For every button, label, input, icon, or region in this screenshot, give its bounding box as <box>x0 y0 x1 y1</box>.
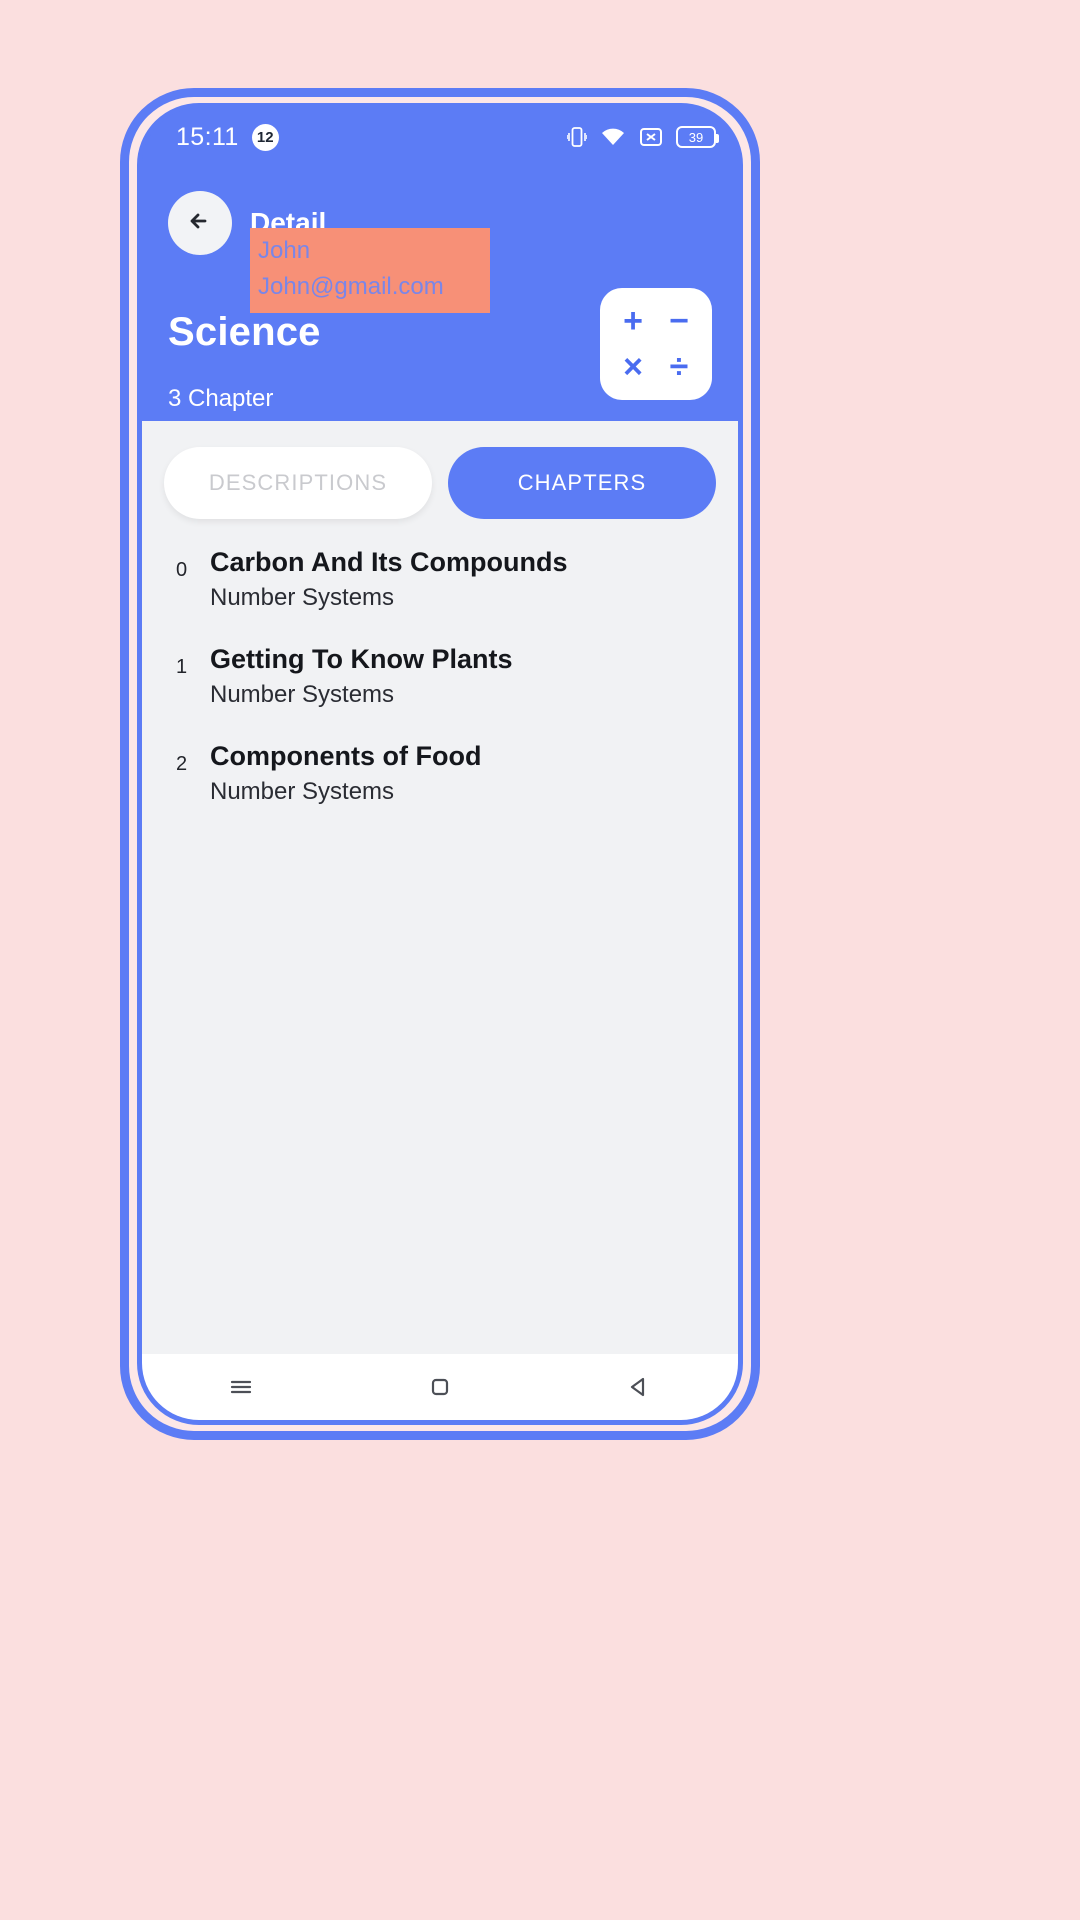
subject-title: Science <box>168 310 321 354</box>
android-nav-bar <box>142 1354 738 1420</box>
plus-icon: + <box>623 301 643 340</box>
status-bar: 15:11 12 39 <box>142 108 738 166</box>
chapter-text-group: Carbon And Its Compounds Number Systems <box>210 547 567 612</box>
chapter-text-group: Getting To Know Plants Number Systems <box>210 644 512 709</box>
tab-descriptions[interactable]: DESCRIPTIONS <box>164 447 432 519</box>
square-home-icon[interactable] <box>425 1372 455 1402</box>
screenshot-root: 15:11 12 39 Detail John John@gmail.com S… <box>0 0 1080 1920</box>
chapter-list: 0 Carbon And Its Compounds Number System… <box>142 525 738 838</box>
subject-chapter-count: 3 Chapter <box>168 385 274 412</box>
status-bar-left: 15:11 12 <box>176 123 279 152</box>
tab-chapters[interactable]: CHAPTERS <box>448 447 716 519</box>
status-bar-right: 39 <box>567 125 719 149</box>
arrow-left-icon <box>183 204 217 243</box>
overlay-user-email: John@gmail.com <box>258 273 444 300</box>
chapter-subtitle: Number Systems <box>210 778 395 805</box>
chapter-title: Components of Food <box>210 741 482 771</box>
list-item[interactable]: 1 Getting To Know Plants Number Systems <box>176 644 716 709</box>
menu-icon[interactable] <box>226 1372 256 1402</box>
tab-bar: DESCRIPTIONS CHAPTERS <box>142 421 738 525</box>
chapter-index: 2 <box>176 753 188 775</box>
content-sheet: DESCRIPTIONS CHAPTERS 0 Carbon And Its C… <box>142 421 738 1354</box>
multiply-icon: × <box>623 347 643 386</box>
status-time: 15:11 <box>176 122 239 151</box>
chapter-subtitle: Number Systems <box>210 681 395 708</box>
list-item[interactable]: 2 Components of Food Number Systems <box>176 741 716 806</box>
no-sim-icon <box>639 126 663 148</box>
battery-level-text: 39 <box>688 129 704 145</box>
page-header: Detail John John@gmail.com Science 3 Cha… <box>142 166 738 421</box>
divide-icon: ÷ <box>669 347 689 386</box>
user-info-overlay: John John@gmail.com <box>250 228 490 313</box>
chapter-index: 1 <box>176 656 188 678</box>
chapter-text-group: Components of Food Number Systems <box>210 741 481 806</box>
back-button[interactable] <box>168 191 232 255</box>
chapter-title: Getting To Know Plants <box>210 644 513 674</box>
subject-icon-card: + − × ÷ <box>600 288 712 400</box>
chapter-index: 0 <box>176 559 188 581</box>
tab-chapters-label: CHAPTERS <box>517 470 647 495</box>
tab-descriptions-label: DESCRIPTIONS <box>208 470 388 495</box>
phone-screen: 15:11 12 39 Detail John John@gmail.com S… <box>137 103 743 1425</box>
overlay-user-name: John <box>258 237 311 264</box>
list-item[interactable]: 0 Carbon And Its Compounds Number System… <box>176 547 716 612</box>
vibrate-icon <box>567 125 587 149</box>
battery-icon: 39 <box>676 126 719 148</box>
wifi-icon <box>600 127 626 147</box>
chapter-subtitle: Number Systems <box>210 584 395 611</box>
notification-count-badge: 12 <box>251 123 279 151</box>
triangle-back-icon[interactable] <box>624 1372 654 1402</box>
minus-icon: − <box>669 301 689 340</box>
chapter-title: Carbon And Its Compounds <box>210 547 568 577</box>
